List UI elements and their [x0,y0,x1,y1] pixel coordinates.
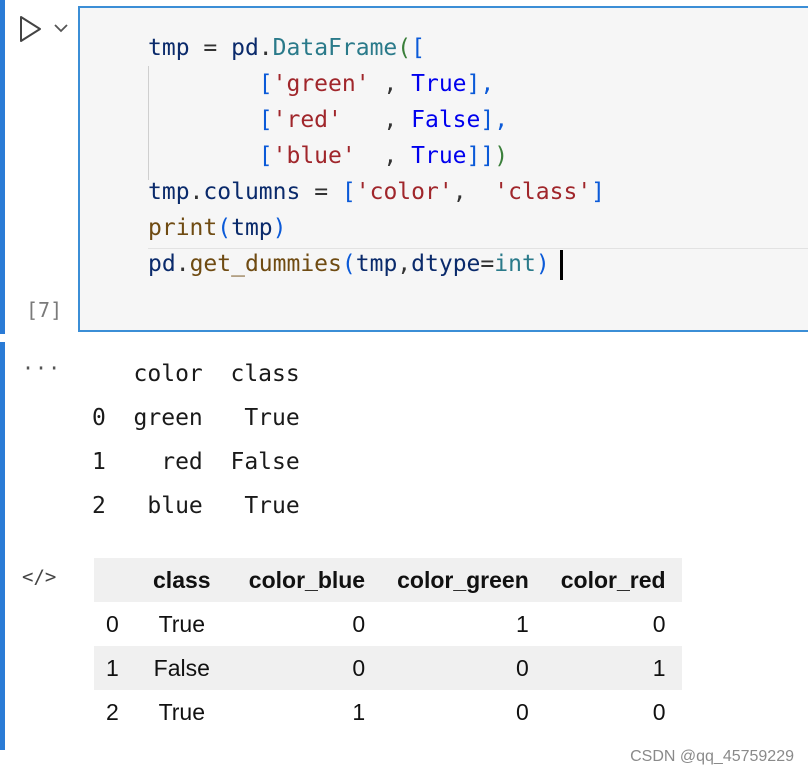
code-token: True [411,71,467,97]
code-token: pd [148,251,176,277]
table-cell: 0 [515,654,529,681]
cell-options-toggle[interactable] [52,18,70,38]
stdout-line: 1 red False [92,449,300,475]
code-token: [ [341,179,356,205]
table-cell: 1 [352,698,366,725]
code-token: , [341,107,412,133]
column-header: color_red [560,566,666,593]
stdout-line: 0 green True [92,405,300,431]
code-line: print(tmp) [148,210,605,246]
play-triangle-icon [20,16,41,42]
code-token: = [300,179,342,205]
code-token: ( [341,251,356,277]
code-token: = [480,251,495,277]
code-token: ], [480,107,509,133]
column-header: color_blue [248,566,366,593]
table-header-row: class color_blue color_green color_red [94,558,682,602]
run-cell-button[interactable] [18,14,44,44]
code-token: tmp [231,215,273,241]
code-token: 'class' [494,179,592,205]
code-token: get_dummies [189,251,342,277]
code-token: , [397,251,412,277]
code-token: ( [397,35,412,61]
code-token: , [355,143,412,169]
code-token: ) [494,143,509,169]
code-token: tmp [148,179,190,205]
table-cell: 1 [652,654,666,681]
code-token: pd [231,35,259,61]
code-token: dtype [411,251,481,277]
table-cell: 0 [652,610,666,637]
code-token: 'red' [272,107,342,133]
code-token: ], [466,71,495,97]
code-token: 'blue' [272,143,356,169]
code-token: columns [203,179,301,205]
code-line: ['red' , False], [148,102,605,138]
code-lines: tmp = pd.DataFrame([ ['green' , True], [… [148,30,605,282]
code-token: = [189,35,232,61]
watermark: CSDN @qq_45759229 [630,748,794,765]
code-line: tmp.columns = ['color', 'class'] [148,174,605,210]
table-cell: True [158,698,206,725]
code-token: [ [258,143,273,169]
chevron-down-icon [54,24,68,33]
table-cell: 0 [352,654,366,681]
table-row: 1 False 0 0 1 [94,646,682,690]
code-token: DataFrame [272,35,398,61]
code-line: ['blue' , True]]) [148,138,605,174]
code-editor[interactable]: tmp = pd.DataFrame([ ['green' , True], [… [78,6,808,332]
code-token: . [258,35,273,61]
table-row: 2 True 1 0 0 [94,690,682,734]
code-token: tmp [148,35,190,61]
code-token: . [189,179,204,205]
code-line: pd.get_dummies(tmp,dtype=int) [148,246,605,282]
output-collapse-ellipsis[interactable]: ··· [22,356,61,380]
table-cell: 0 [352,610,366,637]
output-active-marker [0,342,5,750]
code-token: ( [217,215,232,241]
code-token: int [494,251,536,277]
code-token: [ [258,107,273,133]
table-cell: True [158,610,206,637]
code-line: tmp = pd.DataFrame([ [148,30,605,66]
code-token: ] [591,179,606,205]
text-cursor [559,249,563,280]
stdout-line: color class [92,361,300,387]
table-cell: False [153,654,210,681]
code-token: , [452,179,495,205]
table-cell: 0 [515,698,529,725]
code-token: print [148,215,218,241]
dataframe-table: class color_blue color_green color_red 0 Tru… [94,558,682,734]
column-header: class [153,566,211,593]
execution-count: [7] [26,298,63,322]
code-token: , [369,71,412,97]
row-index: 1 [106,654,119,681]
table-cell: 0 [652,698,666,725]
column-header [94,558,131,602]
table-cell: 1 [515,610,529,637]
column-header: color_green [397,566,529,593]
code-token: 'green' [272,71,370,97]
code-token: True [411,143,467,169]
code-token: ) [535,251,550,277]
stdout-output: color class 0 green True 1 red False 2 blue… [92,352,300,528]
code-token: tmp [355,251,398,277]
code-token: . [175,251,190,277]
code-line: ['green' , True], [148,66,605,102]
code-brackets-icon[interactable]: </> [22,566,56,588]
code-token: [ [258,71,273,97]
code-token: ) [272,215,287,241]
row-index: 2 [106,698,119,725]
cell-active-marker [0,0,5,334]
code-token: [ [411,35,425,61]
row-index: 0 [106,610,119,637]
table-row: 0 True 0 1 0 [94,602,682,646]
code-token: ]] [466,143,495,169]
code-token: False [411,107,481,133]
code-token: 'color' [355,179,453,205]
stdout-line: 2 blue True [92,493,300,519]
